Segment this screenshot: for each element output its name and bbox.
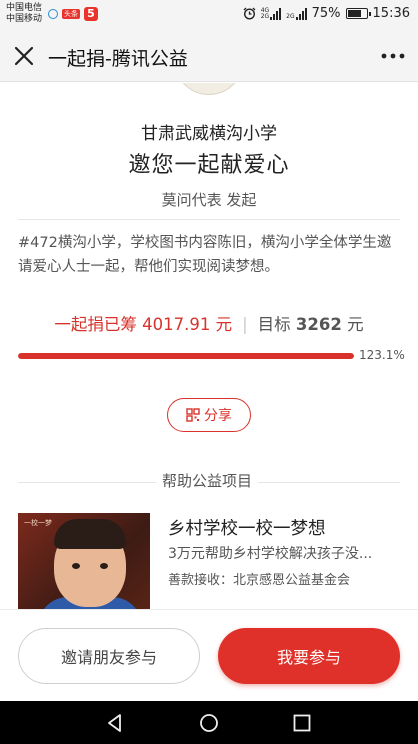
nav-bar: 一起捐-腾讯公益 [0, 30, 418, 82]
thumb-eye-left [72, 563, 80, 569]
thumb-hair [54, 519, 126, 549]
carrier-info: 中国电信 中国移动 [6, 3, 42, 25]
progress-percent: 123.1% [359, 348, 405, 362]
play-circle-icon [48, 9, 58, 19]
project-title: 乡村学校一校一梦想 [168, 519, 326, 539]
net-label-3: 2G [286, 12, 295, 20]
share-button[interactable]: 分享 [167, 398, 251, 432]
divider [18, 219, 400, 220]
close-icon[interactable] [12, 44, 36, 68]
campaign-content[interactable]: 甘肃武威横沟小学 邀您一起献爱心 莫问代表 发起 #472横沟小学，学校图书内容… [0, 83, 418, 609]
page-title: 一起捐-腾讯公益 [48, 48, 188, 70]
fundraise-summary: 一起捐已筹 4017.91 元 | 目标 3262 元 [0, 311, 418, 335]
back-nav-icon[interactable] [105, 713, 125, 733]
section-header: 帮助公益项目 [18, 470, 400, 491]
school-name: 甘肃武威横沟小学 [141, 124, 277, 144]
raised-label: 一起捐已筹 [54, 315, 137, 334]
progress-fill [18, 353, 354, 359]
alarm-icon [243, 7, 256, 20]
goal-unit: 元 [347, 315, 364, 334]
carrier-1: 中国电信 [6, 3, 43, 13]
action-bar: 邀请朋友参与 我要参与 [0, 609, 418, 701]
more-icon[interactable] [380, 44, 406, 68]
signal-bars-2-icon [295, 7, 307, 20]
clock: 15:36 [372, 6, 410, 21]
thumb-tag: 一校一梦 [24, 519, 52, 527]
initiator-avatar [174, 83, 244, 95]
raised-unit: 元 [215, 315, 233, 334]
carrier-2: 中国移动 [6, 14, 43, 24]
battery-percent: 75% [311, 6, 341, 21]
status-right: 4G 2G 2G 75% 15:36 [243, 6, 410, 21]
battery-icon [345, 8, 371, 19]
project-card[interactable]: 一校一梦 乡村学校一校一梦想 3万元帮助乡村学校解决孩子没... 善款接收：北京… [18, 513, 400, 609]
notification-icons: 头条 5 [48, 7, 98, 21]
recents-nav-icon[interactable] [292, 713, 312, 733]
goal-amount: 3262 [295, 315, 342, 334]
section-title: 帮助公益项目 [156, 470, 259, 491]
system-nav-bar [0, 701, 418, 744]
home-nav-icon[interactable] [199, 713, 219, 733]
network-1: 4G 2G [260, 7, 282, 20]
goal-text: 目标 3262 元 [258, 315, 364, 334]
battery-fill [347, 10, 362, 17]
project-thumbnail: 一校一梦 [18, 513, 150, 609]
invite-heading: 邀您一起献爱心 [128, 153, 290, 178]
invite-friends-button[interactable]: 邀请朋友参与 [18, 628, 200, 684]
project-org: 善款接收：北京感恩公益基金会 [168, 573, 351, 588]
progress-bar [18, 353, 354, 359]
net-label-2: 2G [260, 12, 270, 20]
signal-bars-1-icon [270, 7, 282, 20]
share-label: 分享 [204, 408, 232, 424]
status-bar: 中国电信 中国移动 头条 5 4G 2G 2G 75% 15:36 [0, 0, 418, 30]
goal-label: 目标 [257, 315, 291, 334]
app-5-badge: 5 [84, 7, 98, 21]
network-2: 2G [286, 7, 307, 20]
project-subtitle: 3万元帮助乡村学校解决孩子没... [168, 546, 373, 562]
qr-share-icon [186, 408, 200, 422]
raised-text: 一起捐已筹 4017.91 元 [54, 315, 232, 334]
raised-amount: 4017.91 [142, 315, 211, 334]
summary-separator: | [242, 315, 248, 334]
campaign-description: #472横沟小学，学校图书内容陈旧，横沟小学全体学生邀请爱心人士一起，帮他们实现… [18, 235, 392, 275]
toutiao-badge: 头条 [62, 9, 80, 19]
join-button[interactable]: 我要参与 [218, 628, 400, 684]
thumb-eye-right [100, 563, 108, 569]
initiator-line: 莫问代表 发起 [161, 191, 257, 209]
